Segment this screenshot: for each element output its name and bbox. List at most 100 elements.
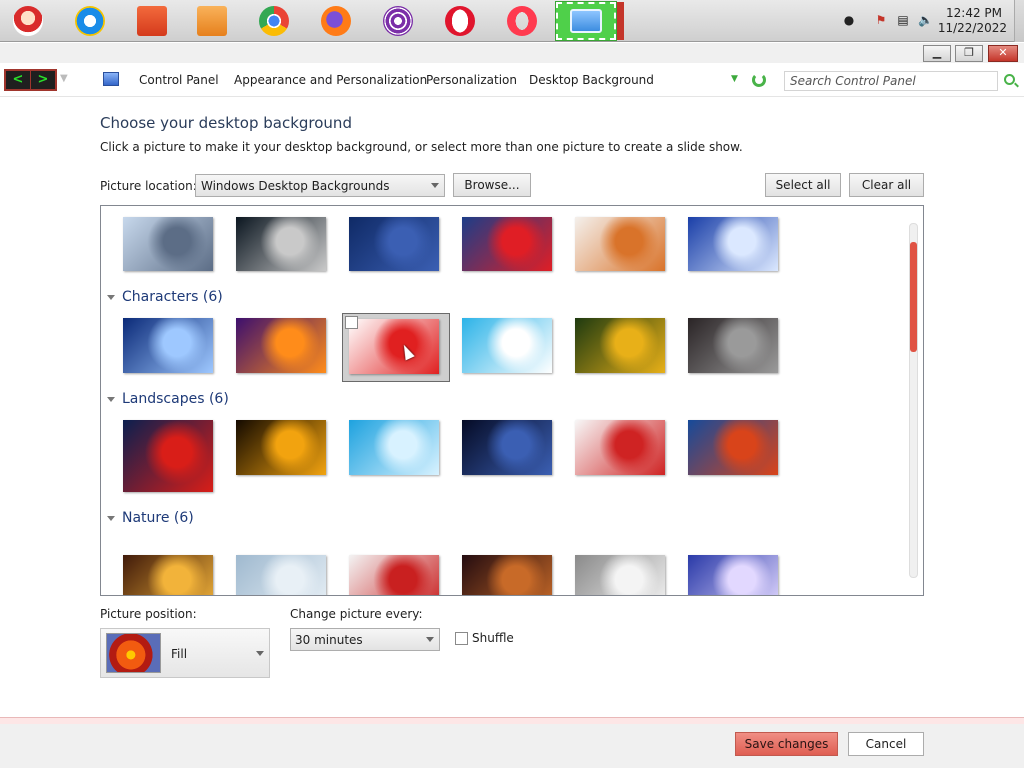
- gallery-scrollbar[interactable]: [909, 223, 918, 578]
- santa-icon: [13, 6, 43, 36]
- minimize-icon: ▁: [932, 46, 942, 59]
- shuffle-label[interactable]: Shuffle: [472, 631, 514, 645]
- wallpaper-thumbnail[interactable]: [575, 420, 665, 475]
- chevron-down-icon: [256, 651, 264, 656]
- scrollbar-thumb[interactable]: [910, 242, 917, 352]
- wallpaper-thumbnail[interactable]: [462, 420, 552, 475]
- play-icon: [197, 6, 227, 36]
- clock-time[interactable]: 12:42 PM: [946, 6, 1002, 20]
- wallpaper-thumbnail[interactable]: [349, 217, 439, 271]
- minimize-button[interactable]: ▁: [923, 45, 951, 62]
- position-preview-thumbnail: [106, 633, 161, 673]
- wallpaper-thumbnail[interactable]: [462, 555, 552, 595]
- santa-app-icon[interactable]: [2, 2, 54, 40]
- clear-all-button[interactable]: Clear all: [849, 173, 924, 197]
- group-header-characters[interactable]: Characters (6): [107, 289, 223, 305]
- address-dropdown-icon[interactable]: ▼: [731, 74, 738, 84]
- change-picture-label: Change picture every:: [290, 607, 423, 621]
- selection-checkbox[interactable]: [345, 316, 358, 329]
- back-arrow-icon[interactable]: <: [6, 71, 30, 89]
- wallpaper-thumbnail[interactable]: [575, 217, 665, 271]
- file-explorer-icon[interactable]: [126, 2, 178, 40]
- browse-button[interactable]: Browse...: [453, 173, 531, 197]
- network-icon[interactable]: ▤: [896, 13, 910, 27]
- opera-logo-icon: [445, 6, 475, 36]
- opera-gx-icon[interactable]: [496, 2, 548, 40]
- change-interval-select[interactable]: 30 minutes: [290, 628, 440, 651]
- collapse-icon: [107, 294, 115, 300]
- wallpaper-thumbnail[interactable]: [462, 318, 552, 373]
- wallpaper-thumbnail[interactable]: [123, 217, 213, 271]
- group-header-nature[interactable]: Nature (6): [107, 510, 194, 526]
- wallpaper-thumbnail[interactable]: [236, 318, 326, 373]
- breadcrumb-control-panel[interactable]: Control Panel: [139, 73, 219, 87]
- wallpaper-thumbnail[interactable]: [688, 217, 778, 271]
- navigation-buttons: < >: [4, 69, 57, 91]
- wallpaper-thumbnail[interactable]: [349, 420, 439, 475]
- search-icon[interactable]: [1004, 74, 1015, 85]
- control-panel-icon: [103, 72, 119, 86]
- picture-location-label: Picture location:: [100, 179, 197, 193]
- save-changes-button[interactable]: Save changes: [735, 732, 838, 756]
- system-tray: ● ⚑ ▤ 🔈 12:42 PM 11/22/2022: [824, 0, 1024, 42]
- control-panel-taskbar-icon[interactable]: [555, 1, 617, 41]
- firefox-logo-icon: [321, 6, 351, 36]
- breadcrumb-desktop-background[interactable]: Desktop Background: [529, 73, 654, 87]
- restore-icon: ❐: [964, 46, 974, 59]
- close-button[interactable]: ✕: [988, 45, 1018, 62]
- close-icon: ✕: [998, 46, 1008, 59]
- breadcrumb-personalization[interactable]: Personalization: [426, 73, 517, 87]
- collapse-icon: [107, 515, 115, 521]
- wallpaper-thumbnail[interactable]: [123, 555, 213, 595]
- taskbar: ● ⚑ ▤ 🔈 12:42 PM 11/22/2022: [0, 0, 1024, 42]
- footer-bar: Save changes Cancel: [0, 717, 1024, 768]
- wallpaper-thumbnail[interactable]: [349, 319, 439, 374]
- wallpaper-thumbnail[interactable]: [462, 217, 552, 271]
- firefox-icon[interactable]: [310, 2, 362, 40]
- wallpaper-thumbnail[interactable]: [349, 555, 439, 595]
- wallpaper-thumbnail[interactable]: [575, 318, 665, 373]
- volume-icon[interactable]: 🔈: [918, 13, 933, 27]
- wallpaper-thumbnail[interactable]: [688, 555, 778, 595]
- opera-icon[interactable]: [434, 2, 486, 40]
- select-all-button[interactable]: Select all: [765, 173, 841, 197]
- shuffle-checkbox[interactable]: [455, 632, 468, 645]
- search-input[interactable]: Search Control Panel: [784, 71, 998, 91]
- wallpaper-thumbnail[interactable]: [123, 318, 213, 373]
- wallpaper-thumbnail[interactable]: [688, 318, 778, 373]
- wallpaper-thumbnail[interactable]: [123, 420, 213, 492]
- address-bar: < > ▼ Control Panel Appearance and Perso…: [0, 64, 1024, 97]
- picture-position-select[interactable]: Fill: [100, 628, 270, 678]
- recent-pages-dropdown-icon[interactable]: ▼: [60, 73, 68, 84]
- wallpaper-thumbnail[interactable]: [236, 217, 326, 271]
- opera-gx-logo-icon: [507, 6, 537, 36]
- group-header-landscapes[interactable]: Landscapes (6): [107, 391, 229, 407]
- chrome-icon[interactable]: [248, 2, 300, 40]
- wallpaper-thumbnail[interactable]: [236, 555, 326, 595]
- collapse-icon: [107, 396, 115, 402]
- ie-icon: [75, 6, 105, 36]
- flag-icon[interactable]: ⚑: [874, 13, 888, 27]
- breadcrumb-appearance[interactable]: Appearance and Personalization: [234, 73, 427, 87]
- media-player-icon[interactable]: [186, 2, 238, 40]
- dot-icon[interactable]: ●: [842, 13, 856, 27]
- refresh-icon[interactable]: [752, 73, 766, 87]
- chevron-down-icon: [431, 183, 439, 188]
- picture-location-select[interactable]: Windows Desktop Backgrounds: [195, 174, 445, 197]
- forward-arrow-icon[interactable]: >: [30, 71, 55, 89]
- tor-browser-icon[interactable]: [372, 2, 424, 40]
- wallpaper-thumbnail[interactable]: [236, 420, 326, 475]
- chrome-logo-icon: [259, 6, 289, 36]
- clock-date[interactable]: 11/22/2022: [938, 21, 1007, 35]
- cancel-button[interactable]: Cancel: [848, 732, 924, 756]
- wallpaper-thumbnail[interactable]: [575, 555, 665, 595]
- internet-explorer-icon[interactable]: [64, 2, 116, 40]
- folder-icon: [137, 6, 167, 36]
- page-title: Choose your desktop background: [100, 114, 352, 132]
- show-desktop-button[interactable]: [1014, 0, 1024, 42]
- wallpaper-gallery[interactable]: Characters (6) Landscapes (6) Nature (6): [100, 205, 924, 596]
- window-title-bar: ▁ ❐ ✕: [0, 43, 1024, 63]
- wallpaper-thumbnail[interactable]: [688, 420, 778, 475]
- picture-location-value: Windows Desktop Backgrounds: [201, 179, 390, 193]
- restore-button[interactable]: ❐: [955, 45, 983, 62]
